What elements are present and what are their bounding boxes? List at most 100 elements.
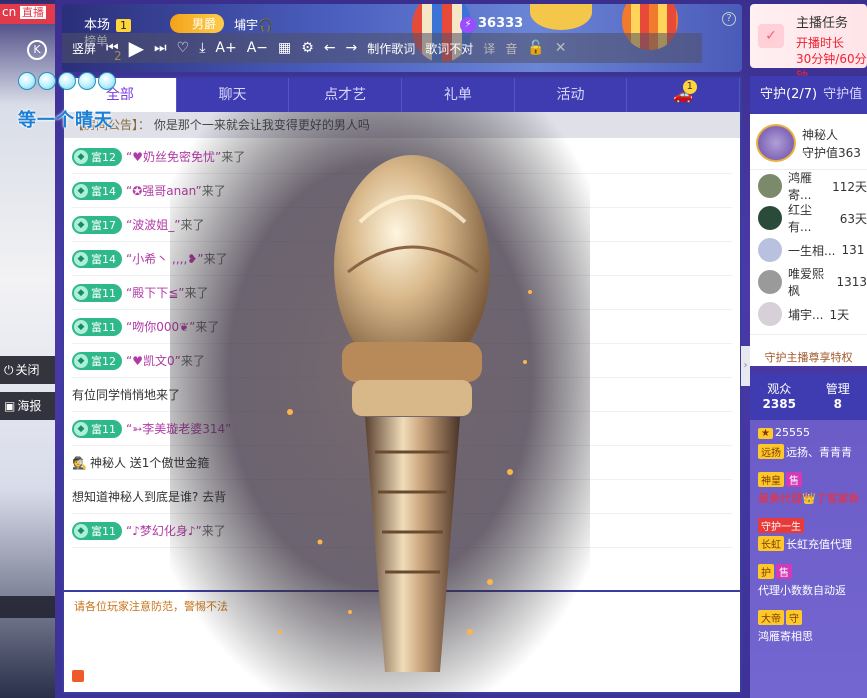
- dot: [58, 72, 76, 90]
- audience-row[interactable]: ★ 25555 远扬 远扬、青青青: [750, 420, 867, 466]
- chat-message: ◆ 富11 “➳李美璇老婆314”: [72, 412, 732, 446]
- tab-chat[interactable]: 聊天: [177, 78, 290, 112]
- rank-badge: ★: [758, 428, 773, 439]
- next-track-icon[interactable]: ⏭: [154, 40, 167, 56]
- tab-car[interactable]: 🚗 1: [627, 78, 741, 112]
- chat-message: ◆ 富14 “✪强哥anan” 来了: [72, 174, 732, 208]
- tab-guard[interactable]: 守护(2/7): [760, 87, 817, 102]
- current-lyric-line: 等一个晴天: [18, 110, 113, 131]
- top-guard-value: 守护值363: [802, 146, 861, 160]
- audience-row[interactable]: 大帝守 鸿雁寄相思: [750, 604, 867, 650]
- audio-button[interactable]: 音: [505, 40, 517, 57]
- chat-message: ◆ 富12 “♥凯文0” 来了: [72, 344, 732, 378]
- tab-admins[interactable]: 管理 8: [809, 374, 867, 420]
- username[interactable]: “殿下下≦”: [126, 284, 185, 301]
- guard-row[interactable]: 埔宇... 1天: [750, 298, 867, 330]
- dot: [38, 72, 56, 90]
- task-line-1: 开播时长: [796, 36, 845, 50]
- arrow-right-icon[interactable]: →: [346, 40, 358, 56]
- tab-audience[interactable]: 观众 2385: [750, 374, 809, 420]
- level-badge: ◆ 富11: [72, 521, 122, 540]
- audience-row[interactable]: 护售 代理小数数自动返: [750, 558, 867, 604]
- guard-row[interactable]: 鸿雁寄... 112天: [750, 170, 867, 202]
- car-count-badge: 1: [682, 80, 698, 94]
- chat-message: ◆ 富17 “波波姐_” 来了: [72, 208, 732, 242]
- tab-activity[interactable]: 活动: [515, 78, 628, 112]
- chat-tabs: 全部 聊天 点才艺 礼单 活动 🚗 1: [64, 78, 741, 112]
- username[interactable]: “♥凯文0”: [126, 352, 181, 369]
- balloon-decoration: [530, 4, 592, 30]
- font-decrease-icon[interactable]: A−: [247, 40, 268, 56]
- translate-button[interactable]: 译: [483, 40, 495, 57]
- username[interactable]: “♥奶丝免密免忧”: [126, 148, 221, 165]
- close-button[interactable]: ⏻ 关闭: [0, 356, 55, 384]
- audience-row[interactable]: 守护一生 长虹 长虹充值代理: [750, 512, 867, 558]
- chat-message: ◆ 富14 “小希丶 ,,,,❥” 来了: [72, 242, 732, 276]
- help-icon[interactable]: ?: [722, 12, 736, 26]
- username[interactable]: “吻你000❦”: [126, 318, 195, 335]
- avatar: [758, 270, 782, 294]
- horn-icon[interactable]: [72, 670, 84, 682]
- guard-row[interactable]: 唯爱熙枫 1313: [750, 266, 867, 298]
- make-lyrics-button[interactable]: 制作歌词: [367, 40, 415, 57]
- font-increase-icon[interactable]: A+: [215, 40, 236, 56]
- level-badge: ◆ 富14: [72, 249, 122, 268]
- lightning-icon: ⚡: [460, 17, 476, 33]
- tab-guard-value[interactable]: 守护值: [823, 87, 862, 102]
- close-icon[interactable]: ✕: [555, 40, 567, 56]
- username[interactable]: “➳李美璇老婆314”: [126, 420, 231, 437]
- image-icon: ▣: [4, 399, 16, 413]
- top-guard[interactable]: 神秘人 守护值363: [750, 114, 867, 170]
- download-icon[interactable]: ⤓: [199, 40, 205, 56]
- video-progress-bar[interactable]: [0, 596, 55, 618]
- level-badge: ◆ 富12: [72, 147, 122, 166]
- username[interactable]: “♪梦幻化身♪”: [126, 522, 202, 539]
- prev-track-icon[interactable]: ⏮: [106, 40, 119, 56]
- username[interactable]: “波波姐_”: [126, 216, 180, 233]
- guard-row[interactable]: 红尘有... 63天: [750, 202, 867, 234]
- security-warning: 请各位玩家注意防范，警惕不法: [74, 600, 228, 613]
- play-icon[interactable]: ▶: [129, 36, 144, 60]
- collapse-sidebar-button[interactable]: ›: [741, 346, 750, 386]
- tab-talent[interactable]: 点才艺: [289, 78, 403, 112]
- brand-logo: cn 直播: [0, 4, 55, 24]
- grid-icon[interactable]: ▦: [278, 40, 291, 56]
- avatar: [758, 206, 782, 230]
- streamer-task-card[interactable]: ✓ 主播任务 开播时长 30分钟/60分钟: [750, 4, 867, 83]
- vertical-screen-button[interactable]: 竖屏: [72, 40, 96, 57]
- audience-tabs: 观众 2385 管理 8: [750, 374, 867, 420]
- audience-row[interactable]: 神皇售 最美代理👑了客家新: [750, 466, 867, 512]
- left-video-strip: cn 直播 K ⏻ 关闭 ▣ 海报: [0, 0, 55, 698]
- gear-icon[interactable]: ⚙: [301, 40, 314, 56]
- guard-privileges-link[interactable]: 守护主播尊享特权: [750, 334, 867, 374]
- chat-message: 有位同学悄悄地来了: [72, 378, 732, 412]
- level-badge: ◆ 富17: [72, 215, 122, 234]
- guard-tabs: 守护(2/7) 守护值: [750, 76, 867, 114]
- username[interactable]: “小希丶 ,,,,❥”: [126, 250, 204, 267]
- lock-icon[interactable]: 🔓: [527, 40, 544, 56]
- avatar: [758, 238, 782, 262]
- poster-button[interactable]: ▣ 海报: [0, 392, 55, 420]
- tab-gift-list[interactable]: 礼单: [402, 78, 515, 112]
- guard-panel: 守护(2/7) 守护值 神秘人 守护值363 鸿雁寄... 112天 红尘有... 6…: [750, 76, 867, 366]
- guard-row[interactable]: 一生相... 131: [750, 234, 867, 266]
- arrow-left-icon[interactable]: ←: [324, 40, 336, 56]
- username[interactable]: “✪强哥anan”: [126, 182, 202, 199]
- heart-icon[interactable]: ♡: [177, 40, 190, 56]
- noble-username[interactable]: 埔宇🎧: [234, 16, 273, 33]
- scene-rank[interactable]: 本场 1: [84, 14, 132, 33]
- power-icon: ⏻: [4, 363, 14, 377]
- chat-panel: 全部 聊天 点才艺 礼单 活动 🚗 1 【房间公告】： 你是那个一来就会让我变得…: [62, 76, 742, 694]
- chat-input-area[interactable]: 请各位玩家注意防范，警惕不法: [64, 590, 740, 690]
- chat-message-list: ◆ 富12 “♥奶丝免密免忧” 来了 ◆ 富14 “✪强哥anan” 来了 ◆ 富17 “波波姐…: [64, 138, 740, 550]
- chat-message: 🕵 神秘人 送1个傲世金箍: [72, 446, 732, 480]
- level-badge: ◆ 富12: [72, 351, 122, 370]
- lyrics-toolbar: 竖屏 ⏮ ▶ ⏭ ♡ ⤓ A+ A− ▦ ⚙ ← → 制作歌词 歌词不对 译 音…: [62, 33, 702, 63]
- top-guard-name: 神秘人: [802, 128, 839, 142]
- dot: [98, 72, 116, 90]
- mystery-user-icon: 🕵: [72, 455, 87, 470]
- guard-crown-avatar: [756, 124, 796, 162]
- noble-badge[interactable]: 男爵: [170, 14, 225, 33]
- wrong-lyrics-button[interactable]: 歌词不对: [425, 40, 473, 57]
- k-icon[interactable]: K: [27, 40, 47, 60]
